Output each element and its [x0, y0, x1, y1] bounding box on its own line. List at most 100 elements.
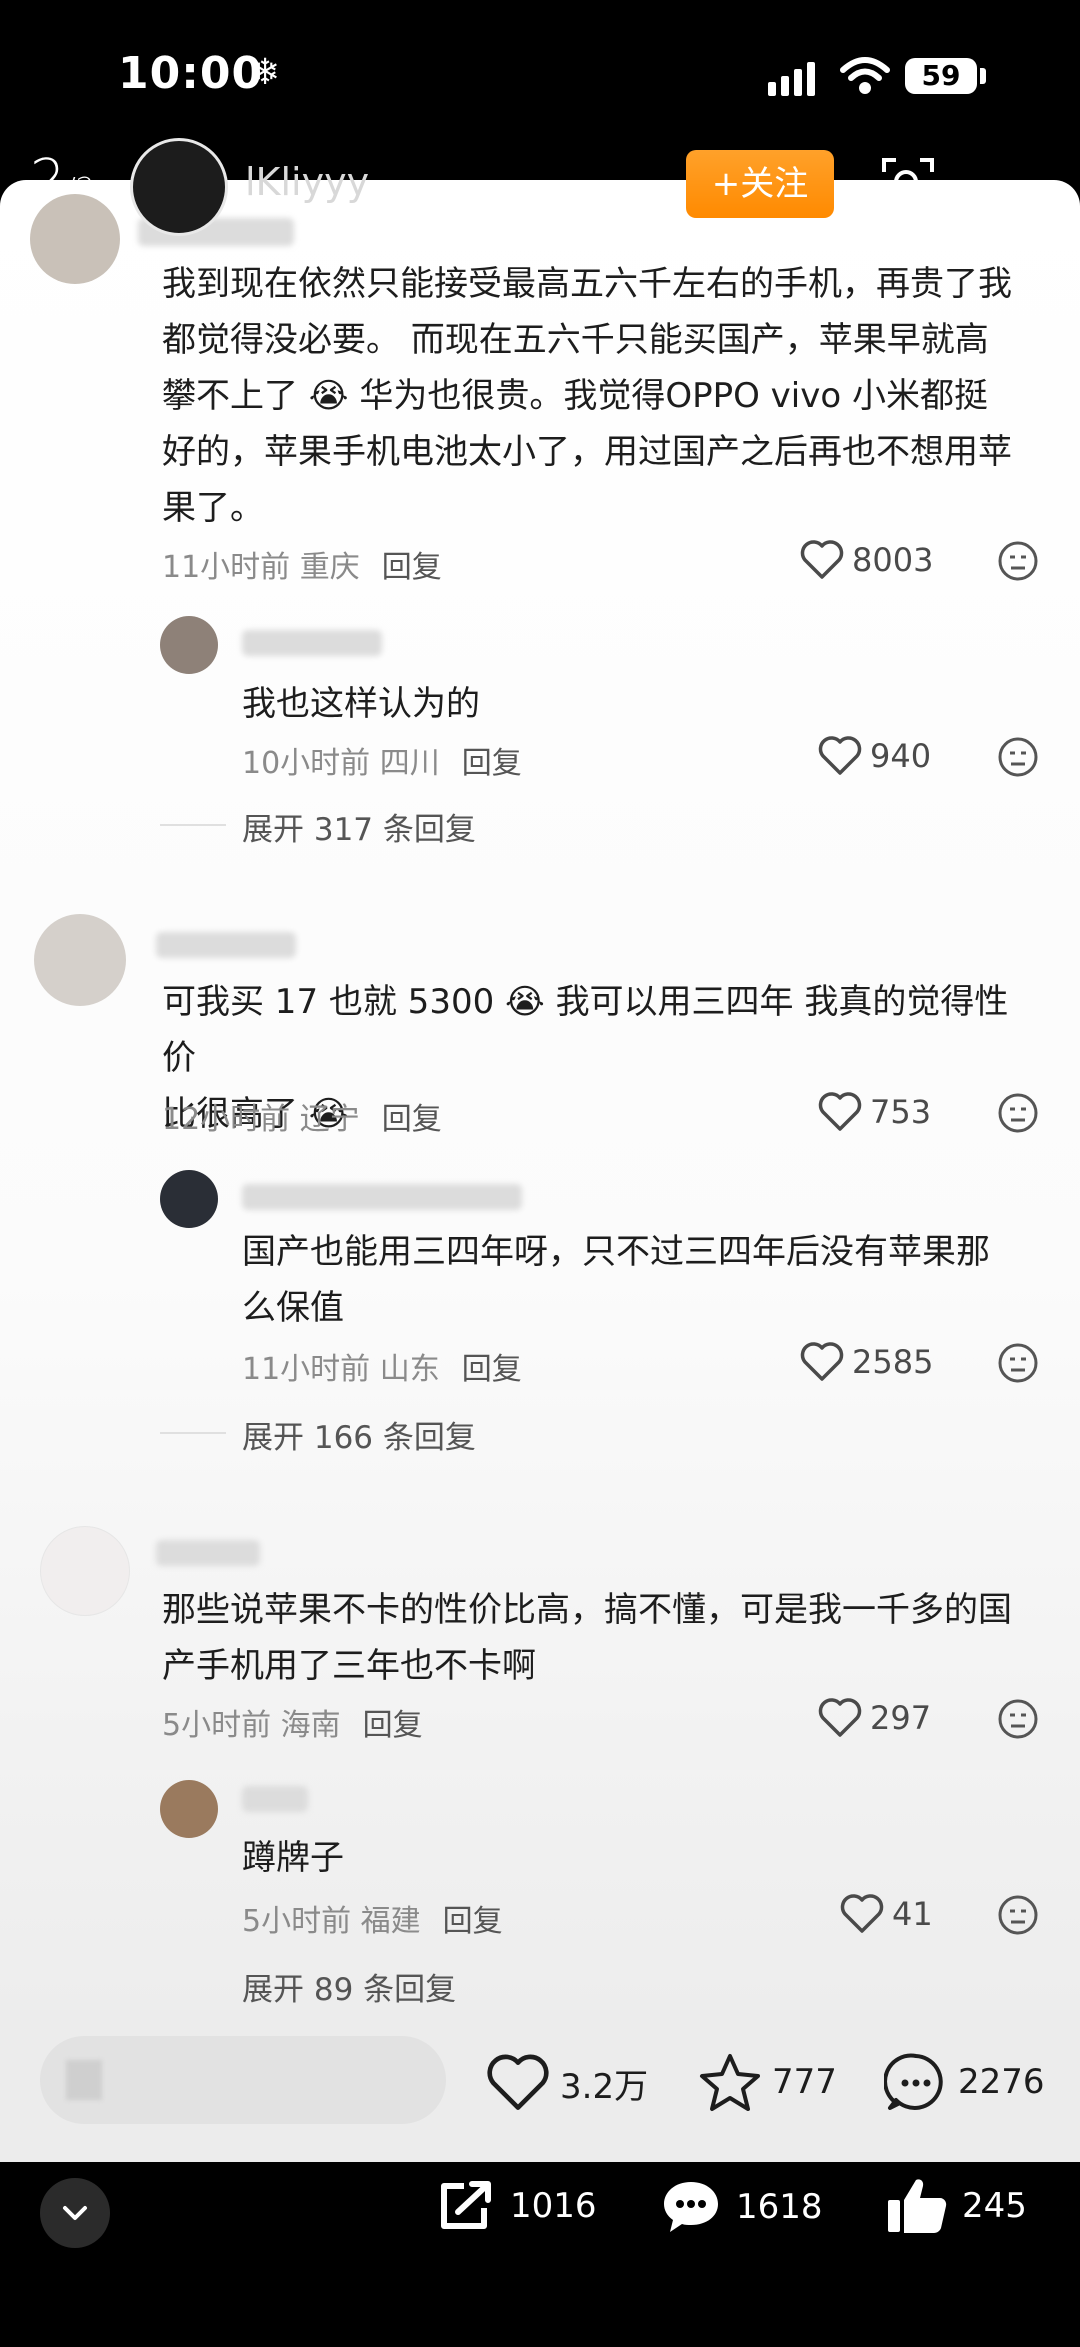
dislike-face-icon[interactable]: [997, 540, 1039, 582]
heart-icon: [818, 1698, 862, 1737]
heart-icon: [800, 540, 844, 579]
like-button[interactable]: 8003: [800, 540, 933, 580]
commenter-name: [156, 932, 296, 958]
commenter-avatar[interactable]: [30, 194, 120, 284]
like-count: 753: [870, 1093, 932, 1131]
status-time: 10:00: [118, 48, 264, 99]
comment-line: 国产也能用三四年呀，只不过三四年后没有苹果那: [242, 1232, 990, 1272]
like-button[interactable]: 2585: [800, 1342, 933, 1382]
comment-line: 可我买 17 也就 5300 😭 我可以用三四年 我真的觉得性价: [162, 982, 1009, 1078]
share-icon: [441, 2181, 491, 2229]
favorite-count: 777: [772, 2062, 837, 2102]
comment-line: 都觉得没必要。 而现在五六千只能买国产，苹果早就高: [162, 320, 989, 360]
reply-button[interactable]: 回复: [462, 746, 522, 781]
comment-bubble-icon: [884, 2053, 943, 2110]
comment-line: 我到现在依然只能接受最高五六千左右的手机，再贵了我: [162, 264, 1012, 304]
subreply-avatar[interactable]: [160, 616, 218, 674]
follow-button[interactable]: +关注: [686, 150, 834, 218]
post-like-button[interactable]: 3.2万: [486, 2054, 648, 2112]
comment-meta: 11小时前 重庆 回复: [162, 550, 442, 585]
like-button[interactable]: 940: [818, 736, 931, 776]
dislike-face-icon[interactable]: [997, 1342, 1039, 1384]
wifi-icon: [840, 57, 890, 94]
comment-line: 好的，苹果手机电池太小了，用过国产之后再也不想用苹: [162, 432, 1012, 472]
crying-emoji-icon: 😭: [298, 376, 360, 416]
expand-replies-button[interactable]: 展开 89 条回复: [242, 1964, 456, 2009]
subreply-name: [242, 1786, 308, 1812]
comment-line: 么保值: [242, 1288, 344, 1328]
subreply-name: [242, 1184, 522, 1210]
dislike-face-icon[interactable]: [997, 1092, 1039, 1134]
like-button[interactable]: 41: [840, 1894, 933, 1934]
collapse-button[interactable]: [40, 2178, 110, 2248]
comment-text: 那些说苹果不卡的性价比高，搞不懂，可是我一千多的国 产手机用了三年也不卡啊: [162, 1582, 1042, 1694]
thumbs-up-button[interactable]: 245: [886, 2176, 1027, 2236]
reply-button[interactable]: 回复: [462, 1352, 522, 1387]
commenter-avatar[interactable]: [34, 914, 126, 1006]
comment-sheet: 我到现在依然只能接受最高五六千左右的手机，再贵了我 都觉得没必要。 而现在五六千…: [0, 180, 1080, 2010]
messages-count: 1618: [736, 2187, 823, 2227]
dislike-face-icon[interactable]: [997, 1698, 1039, 1740]
scan-icon[interactable]: [880, 156, 936, 212]
comment-line: 攀不上了 😭 华为也很贵。我觉得OPPO vivo 小米都挺: [162, 376, 988, 416]
comment-meta: 12小时前 辽宁 回复: [162, 1102, 442, 1137]
crying-emoji-icon: 😭: [494, 982, 556, 1022]
heart-icon: [487, 2054, 549, 2110]
comment-button[interactable]: 2276: [884, 2050, 1045, 2114]
subreply-text: 蹲牌子: [242, 1838, 344, 1878]
reply-button[interactable]: 回复: [382, 1102, 442, 1137]
comment-text: 我到现在依然只能接受最高五六千左右的手机，再贵了我 都觉得没必要。 而现在五六千…: [162, 256, 1042, 536]
more-options-icon[interactable]: •••: [986, 176, 1063, 222]
cellular-signal-icon: [768, 62, 815, 96]
like-count: 297: [870, 1699, 932, 1737]
star-icon: [700, 2054, 760, 2111]
dislike-face-icon[interactable]: [997, 1894, 1039, 1936]
divider: [160, 1432, 226, 1434]
comment-meta: 5小时前 海南 回复: [162, 1708, 423, 1743]
thumbs-up-icon: [888, 2179, 947, 2233]
divider: [160, 824, 226, 826]
like-count: 8003: [852, 541, 934, 579]
like-count: 940: [870, 737, 932, 775]
subreply-meta: 11小时前 山东 回复: [242, 1352, 522, 1387]
subreply-avatar[interactable]: [160, 1170, 218, 1228]
heart-icon: [840, 1894, 884, 1933]
commenter-name: [156, 1540, 260, 1566]
comment-line: 产手机用了三年也不卡啊: [162, 1646, 536, 1686]
like-button[interactable]: 753: [818, 1092, 931, 1132]
subreply-text: 我也这样认为的: [242, 684, 480, 724]
heart-icon: [818, 736, 862, 775]
commenter-avatar[interactable]: [40, 1526, 130, 1616]
heart-icon: [818, 1092, 862, 1131]
battery-tip: [980, 68, 986, 84]
comment-line: 果了。: [162, 488, 264, 528]
expand-replies-button[interactable]: 展开 166 条回复: [242, 1412, 476, 1457]
comment-count: 2276: [958, 2062, 1045, 2102]
chevron-down-icon: [63, 2206, 87, 2220]
reply-button[interactable]: 回复: [382, 550, 442, 585]
battery-indicator: 59: [905, 58, 977, 94]
messages-button[interactable]: 1618: [660, 2178, 823, 2236]
like-count: 41: [892, 1895, 933, 1933]
share-button[interactable]: 1016: [436, 2178, 597, 2234]
author-avatar[interactable]: [130, 138, 228, 236]
expand-replies-button[interactable]: 展开 317 条回复: [242, 804, 476, 849]
reply-button[interactable]: 回复: [443, 1904, 503, 1939]
subreply-text: 国产也能用三四年呀，只不过三四年后没有苹果那 么保值: [242, 1224, 1032, 1336]
like-count: 2585: [852, 1343, 934, 1381]
author-name[interactable]: lKliyyy: [245, 160, 369, 204]
input-placeholder: [66, 2060, 102, 2100]
comment-line: 那些说苹果不卡的性价比高，搞不懂，可是我一千多的国: [162, 1590, 1012, 1630]
subreply-meta: 5小时前 福建 回复: [242, 1904, 503, 1939]
share-count: 1016: [510, 2186, 597, 2226]
favorite-button[interactable]: 777: [698, 2052, 837, 2112]
like-button[interactable]: 297: [818, 1698, 931, 1738]
reply-button[interactable]: 回复: [363, 1708, 423, 1743]
heart-icon: [800, 1342, 844, 1381]
subreply-avatar[interactable]: [160, 1780, 218, 1838]
thumbs-count: 245: [962, 2186, 1027, 2226]
post-like-count: 3.2万: [560, 2066, 649, 2107]
dislike-face-icon[interactable]: [997, 736, 1039, 778]
subreply-meta: 10小时前 四川 回复: [242, 746, 522, 781]
snowflake-icon: ❄: [250, 52, 281, 93]
